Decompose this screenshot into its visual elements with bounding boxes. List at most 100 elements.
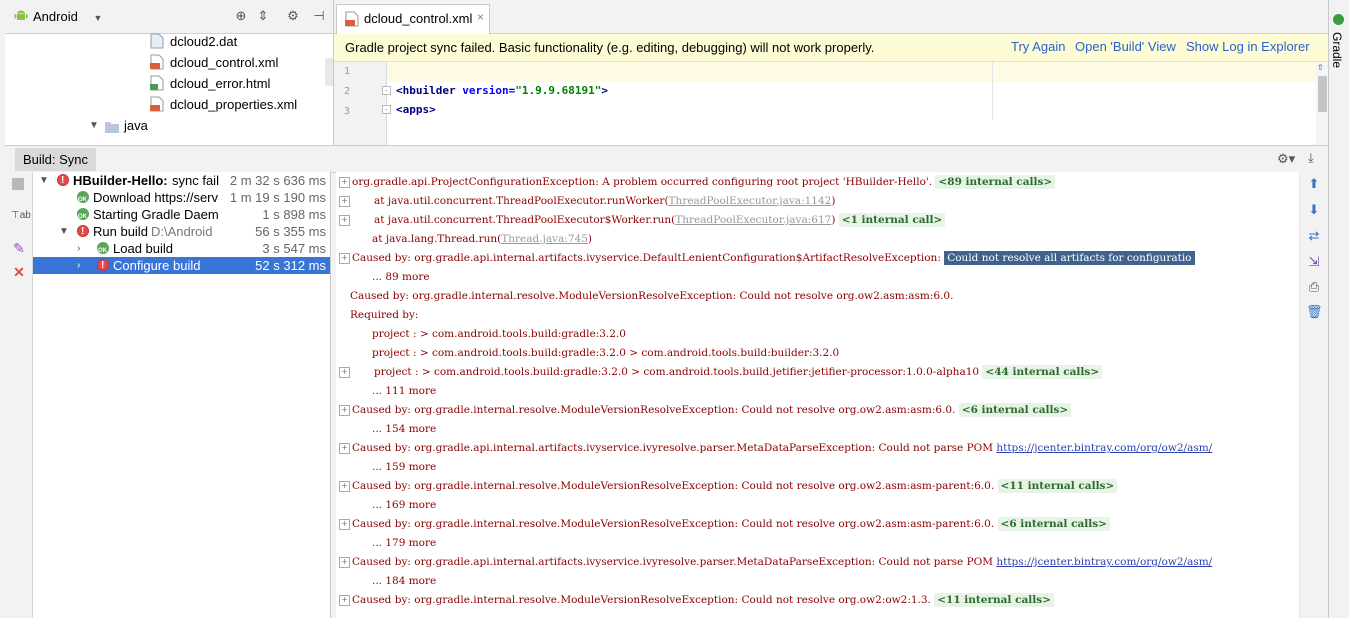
source-link[interactable]: Thread.java:745	[501, 233, 588, 245]
console-line[interactable]: + org.gradle.api.ProjectConfigurationExce…	[336, 173, 1056, 192]
print-icon[interactable]: ⎙	[1306, 279, 1322, 295]
fold-icon[interactable]: +	[339, 442, 350, 454]
console-text: ... 154 more	[372, 423, 437, 435]
fold-icon[interactable]: +	[339, 480, 350, 492]
console-line[interactable]: ... 184 more	[336, 572, 436, 591]
trash-icon[interactable]: 🗑	[1306, 304, 1323, 320]
scroll-thumb[interactable]	[1318, 76, 1327, 112]
console-line[interactable]: + project : > com.android.tools.build:gra…	[336, 363, 1103, 382]
fold-icon[interactable]: +	[339, 252, 350, 264]
build-tree-row[interactable]: ▼ Run build D:\Android 56 s 355 ms	[33, 223, 330, 240]
build-item-label: HBuilder-Hello:	[73, 173, 168, 188]
console-text: project : > com.android.tools.build:grad…	[372, 347, 840, 359]
fold-icon[interactable]: -	[382, 105, 391, 114]
open-build-view-link[interactable]: Open 'Build' View	[1075, 39, 1176, 54]
console-line[interactable]: + Caused by: org.gradle.internal.resolve.…	[336, 591, 1054, 610]
fold-icon[interactable]: +	[339, 594, 350, 606]
gear-icon[interactable]: ⚙	[285, 8, 301, 24]
collapse-all-icon[interactable]: ⇕	[255, 8, 271, 24]
console-line[interactable]: + Caused by: org.gradle.internal.resolve.…	[336, 401, 1072, 420]
internal-calls-badge[interactable]: <6 internal calls>	[958, 403, 1072, 417]
console-line[interactable]: ... 159 more	[336, 458, 436, 477]
tab-dcloud-control-xml[interactable]: dcloud_control.xml ×	[336, 4, 490, 34]
success-icon	[97, 242, 109, 260]
project-scrollbar[interactable]	[325, 58, 333, 86]
build-tree-row[interactable]: Starting Gradle Daem 1 s 898 ms	[33, 206, 330, 226]
console-line[interactable]: ... 154 more	[336, 420, 436, 439]
fold-icon[interactable]: +	[339, 404, 350, 416]
fold-icon[interactable]: +	[339, 176, 350, 188]
up-arrow-icon[interactable]: ⬆	[1306, 176, 1322, 192]
url-link[interactable]: https://jcenter.bintray.com/org/ow2/asm/	[996, 442, 1212, 454]
console-line[interactable]: + at java.util.concurrent.ThreadPoolExecu…	[336, 192, 835, 211]
console-line[interactable]: ... 179 more	[336, 534, 436, 553]
chevron-right-icon[interactable]: ›	[77, 257, 80, 274]
console-line[interactable]: + Caused by: org.gradle.api.internal.arti…	[336, 249, 1195, 268]
sync-target-icon[interactable]: ⊕	[233, 8, 249, 24]
console-line[interactable]: ... 169 more	[336, 496, 436, 515]
build-console-output[interactable]: + org.gradle.api.ProjectConfigurationExce…	[336, 172, 1299, 618]
internal-calls-badge[interactable]: <44 internal calls>	[982, 365, 1103, 379]
console-text: )	[831, 195, 836, 207]
editor-tab-bar: dcloud_control.xml ×	[334, 0, 1328, 34]
filter-icon[interactable]: ⊤ab	[11, 208, 31, 224]
console-line[interactable]: + at java.util.concurrent.ThreadPoolExecu…	[336, 211, 946, 230]
gear-icon[interactable]: ⚙▾	[1277, 151, 1295, 167]
internal-calls-badge[interactable]: <11 internal calls>	[997, 479, 1118, 493]
show-log-link[interactable]: Show Log in Explorer	[1186, 39, 1310, 54]
source-link[interactable]: ThreadPoolExecutor.java:617	[675, 214, 831, 226]
hide-panel-icon[interactable]: ⤓	[1308, 150, 1314, 166]
chevron-right-icon[interactable]: ›	[77, 240, 80, 257]
try-again-link[interactable]: Try Again	[1011, 39, 1065, 54]
console-line[interactable]: project : > com.android.tools.build:grad…	[336, 325, 626, 344]
pin-icon[interactable]: ✎	[11, 240, 27, 256]
fold-icon[interactable]: +	[339, 518, 350, 530]
close-icon[interactable]: ✕	[11, 264, 27, 280]
code-line[interactable]: <apps>	[396, 103, 436, 116]
console-line[interactable]: + Caused by: org.gradle.internal.resolve.…	[336, 515, 1110, 534]
console-line[interactable]: project : > com.android.tools.build:grad…	[336, 344, 839, 363]
fold-icon[interactable]: +	[339, 214, 350, 226]
scroll-up-icon[interactable]: ⇧	[1317, 63, 1324, 72]
internal-calls-badge[interactable]: <6 internal calls>	[997, 517, 1110, 531]
console-line[interactable]: Caused by: org.gradle.internal.resolve.M…	[336, 287, 953, 306]
build-tree-row-selected[interactable]: › Configure build 52 s 312 ms	[33, 257, 330, 274]
console-line[interactable]: at java.lang.Thread.run(Thread.java:745)	[336, 230, 592, 249]
console-line[interactable]: + Caused by: org.gradle.internal.resolve.…	[336, 477, 1118, 496]
console-text: Caused by: org.gradle.internal.resolve.M…	[352, 480, 995, 492]
chevron-down-icon[interactable]: ▼	[39, 172, 49, 189]
hide-panel-icon[interactable]: ⊣	[311, 8, 327, 24]
url-link[interactable]: https://jcenter.bintray.com/org/ow2/asm/	[996, 556, 1212, 568]
internal-calls-badge[interactable]: <89 internal calls>	[935, 175, 1056, 189]
console-line[interactable]: ... 89 more	[336, 268, 430, 287]
source-link[interactable]: ThreadPoolExecutor.java:1142	[669, 195, 832, 207]
fold-icon[interactable]: +	[339, 556, 350, 568]
build-tree-row[interactable]: Download https://serv 1 m 19 s 190 ms	[33, 189, 330, 209]
tree-item-label: dcloud2.dat	[170, 34, 238, 49]
build-sync-tab[interactable]: Build: Sync	[15, 148, 97, 171]
project-view-selector[interactable]: Android ▼	[33, 9, 102, 24]
gradle-icon[interactable]	[1333, 14, 1344, 25]
fold-icon[interactable]: +	[339, 195, 350, 207]
gradle-tab[interactable]: Gradle	[1330, 32, 1344, 68]
stop-icon[interactable]	[12, 178, 24, 190]
soft-wrap-icon[interactable]: ⇄	[1306, 228, 1322, 244]
close-icon[interactable]: ×	[477, 10, 484, 24]
selected-text[interactable]: Could not resolve all artifacts for conf…	[944, 251, 1195, 265]
chevron-down-icon[interactable]: ▼	[59, 223, 69, 240]
fold-icon[interactable]: -	[382, 86, 391, 95]
internal-calls-badge[interactable]: <11 internal calls>	[934, 593, 1054, 607]
internal-calls-badge[interactable]: <1 internal call>	[838, 213, 946, 227]
scroll-to-end-icon[interactable]: ⇲	[1306, 254, 1322, 270]
console-line[interactable]: ... 111 more	[336, 382, 436, 401]
build-tree-row[interactable]: › Load build 3 s 547 ms	[33, 240, 330, 260]
console-line[interactable]: Required by:	[336, 306, 418, 325]
code-line[interactable]: <hbuilder version="1.9.9.68191">	[396, 84, 608, 97]
fold-icon[interactable]: +	[339, 366, 350, 378]
editor-scrollbar[interactable]: ⇧	[1316, 62, 1328, 145]
console-line[interactable]: + Caused by: org.gradle.api.internal.arti…	[336, 553, 1212, 572]
console-line[interactable]: + Caused by: org.gradle.api.internal.arti…	[336, 439, 1212, 458]
build-tree-row[interactable]: ▼ HBuilder-Hello: sync fail 2 m 32 s 636…	[33, 172, 330, 189]
down-arrow-icon[interactable]: ⬇	[1306, 202, 1322, 218]
chevron-down-icon[interactable]: ▼	[89, 115, 99, 136]
